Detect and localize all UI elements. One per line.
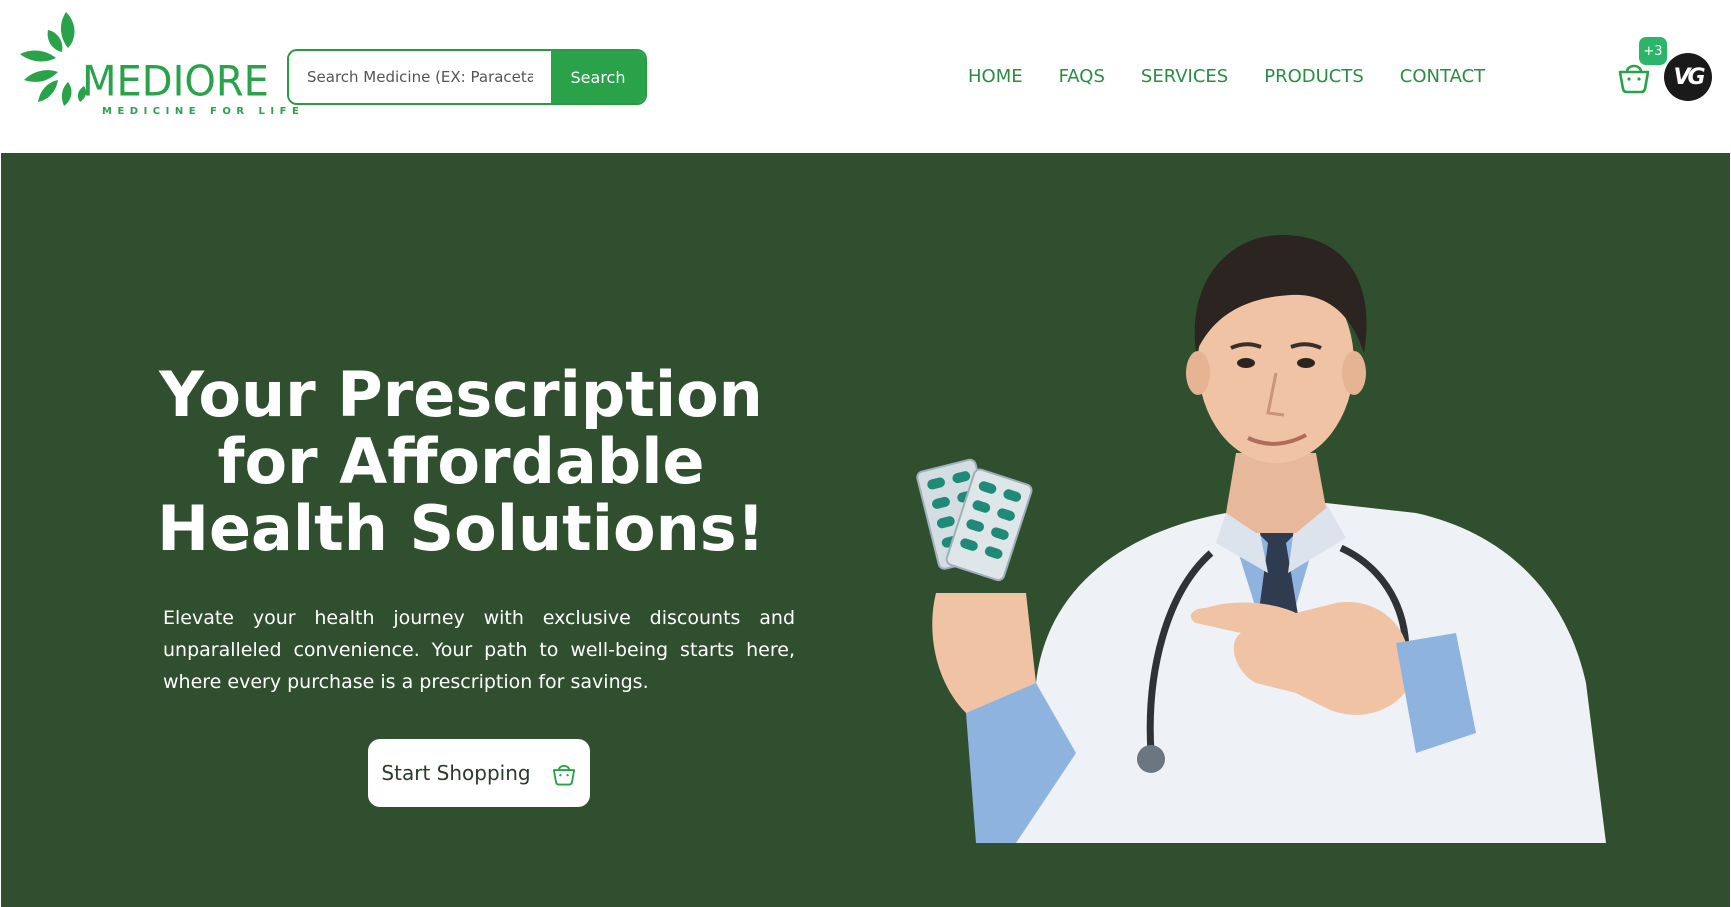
hero-section: Your Prescription for Affordable Health … — [1, 153, 1730, 907]
start-shopping-label: Start Shopping — [381, 761, 531, 785]
cart-count-badge: +3 — [1639, 37, 1667, 65]
nav-services[interactable]: SERVICES — [1141, 66, 1228, 87]
brand-name: MEDIORE — [82, 57, 269, 107]
brand-tagline: MEDICINE FOR LIFE — [102, 106, 305, 117]
user-avatar[interactable]: VG — [1664, 53, 1712, 101]
hero-title: Your Prescription for Affordable Health … — [157, 358, 765, 565]
brand-logo[interactable]: MEDIORE MEDICINE FOR LIFE — [18, 10, 299, 120]
search-input[interactable] — [289, 51, 551, 103]
doctor-holding-pills-image — [916, 234, 1606, 843]
shopping-basket-icon — [552, 764, 575, 786]
nav-products[interactable]: PRODUCTS — [1264, 66, 1364, 87]
nav-faqs[interactable]: FAQS — [1059, 66, 1105, 87]
hero-description: Elevate your health journey with exclusi… — [163, 607, 795, 693]
avatar-initials: VG — [1673, 64, 1705, 90]
start-shopping-button[interactable]: Start Shopping — [368, 739, 590, 807]
search-bar: Search — [287, 49, 647, 105]
main-nav: HOME FAQS SERVICES PRODUCTS CONTACT — [968, 66, 1485, 87]
nav-contact[interactable]: CONTACT — [1400, 66, 1485, 87]
nav-home[interactable]: HOME — [968, 66, 1023, 87]
search-button[interactable]: Search — [551, 51, 645, 103]
site-header: MEDIORE MEDICINE FOR LIFE Search HOME FA… — [0, 0, 1731, 152]
